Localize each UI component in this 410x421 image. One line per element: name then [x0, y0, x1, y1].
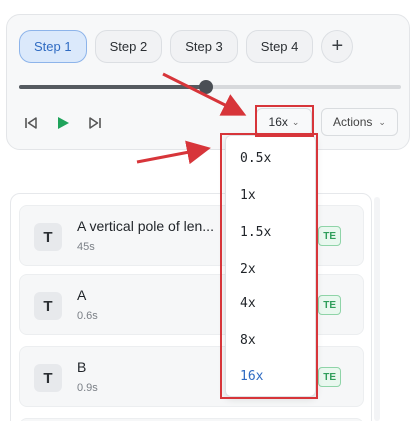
item-title: A [77, 287, 87, 303]
item-duration: 45s [77, 241, 95, 253]
timeline-slider[interactable] [19, 80, 401, 94]
speed-option-selected[interactable]: 16x [240, 369, 263, 384]
speed-option[interactable]: 1x [240, 188, 256, 203]
speed-option[interactable]: 2x [240, 262, 256, 277]
actions-button[interactable]: Actions ⌄ [321, 108, 398, 136]
status-badge: TE [318, 226, 341, 246]
playback-speed-button[interactable]: 16x ⌄ [256, 108, 312, 136]
skip-back-icon[interactable] [21, 113, 41, 133]
arrow-to-speed-menu [136, 140, 211, 165]
item-title: A vertical pole of len... [77, 218, 214, 234]
text-type-icon: T [34, 223, 62, 251]
tab-step-3[interactable]: Step 3 [170, 30, 238, 63]
list-scrollbar[interactable] [374, 197, 380, 421]
speed-option[interactable]: 0.5x [240, 151, 271, 166]
timeline-handle[interactable] [199, 80, 214, 94]
text-type-icon: T [34, 364, 62, 392]
speed-option[interactable]: 4x [240, 296, 256, 311]
text-type-icon: T [34, 292, 62, 320]
status-badge: TE [318, 295, 341, 315]
item-title: B [77, 359, 87, 375]
skip-forward-icon[interactable] [85, 113, 105, 133]
tab-step-4[interactable]: Step 4 [245, 30, 314, 63]
step-list: T A vertical pole of len... 45s TE T A 0… [10, 193, 372, 421]
speed-dropdown-menu: 0.5x 1x 1.5x 2x 4x 8x 16x [225, 135, 316, 397]
status-badge: TE [318, 367, 341, 387]
chevron-down-icon: ⌄ [291, 116, 300, 127]
chevron-down-icon: ⌄ [378, 116, 386, 127]
step-tabs: Step 1 Step 2 Step 3 Step 4 + [19, 30, 354, 63]
tab-step-2[interactable]: Step 2 [94, 30, 163, 63]
add-step-button[interactable]: + [321, 30, 354, 63]
speed-option[interactable]: 8x [240, 333, 256, 348]
speed-value: 16x [268, 115, 288, 129]
item-duration: 0.9s [77, 382, 98, 394]
item-duration: 0.6s [77, 310, 98, 322]
speed-option[interactable]: 1.5x [240, 225, 271, 240]
tab-step-1[interactable]: Step 1 [19, 30, 87, 63]
timeline-progress [19, 85, 207, 89]
actions-label: Actions [333, 115, 373, 129]
play-icon[interactable] [53, 113, 73, 133]
transport-controls [21, 113, 105, 133]
